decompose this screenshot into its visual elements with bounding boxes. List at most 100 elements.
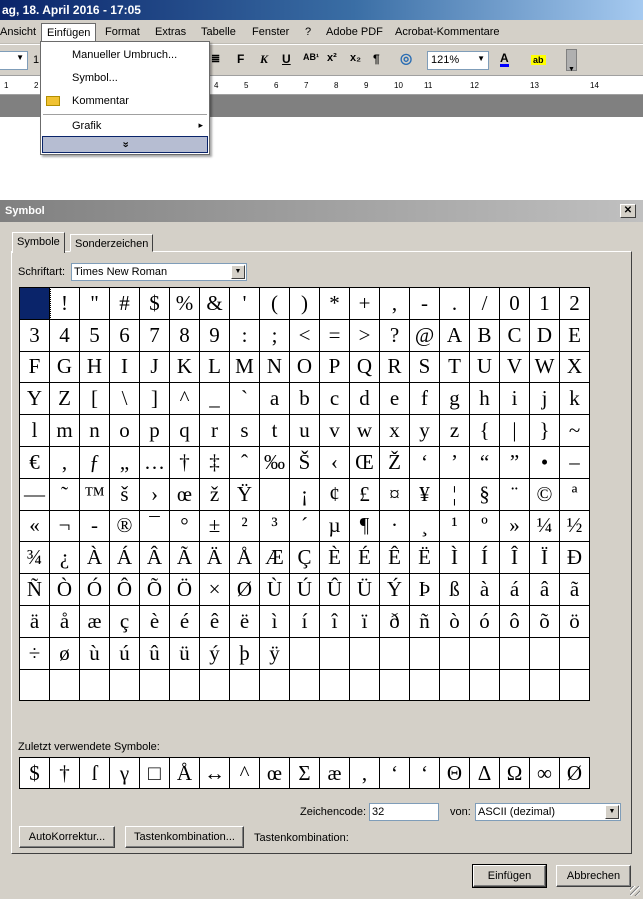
symbol-cell[interactable]: ± (199, 509, 230, 543)
symbol-cell[interactable]: › (139, 477, 170, 511)
symbol-cell[interactable]: k (559, 382, 590, 416)
symbol-cell[interactable]: ù (79, 636, 110, 670)
font-color-icon[interactable]: A (500, 52, 509, 67)
symbol-cell[interactable] (199, 668, 230, 702)
symbol-cell[interactable]: Š (289, 445, 320, 479)
symbol-cell[interactable]: ‹ (319, 445, 350, 479)
symbol-cell[interactable]: s (229, 414, 260, 447)
symbol-cell[interactable]: p (139, 414, 170, 447)
symbol-cell[interactable] (469, 636, 500, 670)
menu-item-manual-break[interactable]: Manueller Umbruch... (72, 49, 177, 61)
recent-symbol-cell[interactable]: , (349, 757, 380, 789)
symbol-cell[interactable]: ¹ (439, 509, 470, 543)
symbol-cell[interactable]: , (49, 445, 80, 479)
symbol-cell[interactable]: ¬ (49, 509, 80, 543)
symbol-cell[interactable] (259, 477, 290, 511)
toolbar-options-icon[interactable]: ▼ (566, 49, 577, 73)
symbol-cell[interactable]: â (529, 573, 560, 606)
menu-adobe-pdf[interactable]: Adobe PDF (326, 26, 383, 38)
symbol-cell[interactable]: J (139, 350, 170, 384)
symbol-cell[interactable] (439, 668, 470, 702)
symbol-cell[interactable]: õ (529, 604, 560, 638)
recent-symbol-cell[interactable]: γ (109, 757, 140, 789)
symbol-cell[interactable]: ª (559, 477, 590, 511)
symbol-cell[interactable]: ð (379, 604, 410, 638)
symbol-cell[interactable]: Ï (529, 541, 560, 575)
symbol-cell[interactable]: Ñ (19, 573, 50, 606)
symbol-cell[interactable]: ! (49, 287, 80, 320)
symbol-cell[interactable] (19, 668, 50, 702)
symbol-cell[interactable]: „ (109, 445, 140, 479)
symbol-cell[interactable]: ” (499, 445, 530, 479)
symbol-cell[interactable]: ¸ (409, 509, 440, 543)
symbol-cell[interactable]: d (349, 382, 380, 416)
symbol-cell[interactable]: ì (259, 604, 290, 638)
symbol-cell[interactable] (409, 668, 440, 702)
symbol-cell[interactable]: O (289, 350, 320, 384)
symbol-cell[interactable] (559, 636, 590, 670)
symbol-cell[interactable]: Ê (379, 541, 410, 575)
menu-item-comment[interactable]: Kommentar (72, 95, 129, 107)
menu-item-picture[interactable]: Grafik (72, 120, 101, 132)
symbol-cell[interactable]: § (469, 477, 500, 511)
symbol-cell[interactable]: • (529, 445, 560, 479)
symbol-cell[interactable]: , (379, 287, 410, 320)
symbol-cell[interactable]: g (439, 382, 470, 416)
symbol-cell[interactable]: a (259, 382, 290, 416)
bold-icon[interactable]: F (237, 52, 244, 66)
symbol-cell[interactable]: 3 (19, 318, 50, 352)
symbol-cell[interactable] (139, 668, 170, 702)
symbol-cell[interactable]: E (559, 318, 590, 352)
tab-symbole[interactable]: Symbole (12, 232, 65, 253)
symbol-cell[interactable]: - (79, 509, 110, 543)
symbol-cell[interactable]: ³ (259, 509, 290, 543)
symbol-cell[interactable]: ž (199, 477, 230, 511)
symbol-cell[interactable]: 0 (499, 287, 530, 320)
symbol-cell[interactable] (79, 668, 110, 702)
symbol-cell[interactable]: l (19, 414, 50, 447)
symbol-cell[interactable]: Q (349, 350, 380, 384)
symbol-cell[interactable]: ¥ (409, 477, 440, 511)
symbol-cell[interactable]: _ (199, 382, 230, 416)
symbol-cell[interactable]: ‡ (199, 445, 230, 479)
font-select[interactable]: Times New Roman ▼ (71, 263, 247, 281)
symbol-cell[interactable] (259, 668, 290, 702)
symbol-cell[interactable]: ë (229, 604, 260, 638)
symbol-cell[interactable]: º (469, 509, 500, 543)
recent-symbol-cell[interactable]: ∞ (529, 757, 560, 789)
symbol-cell[interactable]: e (379, 382, 410, 416)
menu-einfuegen[interactable]: Einfügen (41, 23, 97, 42)
symbol-cell[interactable]: ç (109, 604, 140, 638)
symbol-cell[interactable]: 1 (529, 287, 560, 320)
close-button[interactable]: ✕ (620, 204, 636, 218)
underline-icon[interactable]: U (282, 52, 291, 66)
symbol-cell[interactable]: C (499, 318, 530, 352)
symbol-cell[interactable]: Ä (199, 541, 230, 575)
symbol-cell[interactable]: " (79, 287, 110, 320)
symbol-cell[interactable]: ™ (79, 477, 110, 511)
recent-symbol-cell[interactable]: ‘ (379, 757, 410, 789)
symbol-cell[interactable]: [ (79, 382, 110, 416)
symbol-cell[interactable]: + (349, 287, 380, 320)
symbol-cell[interactable]: ‰ (259, 445, 290, 479)
recent-symbol-cell[interactable]: Ω (499, 757, 530, 789)
symbol-cell[interactable]: ˜ (49, 477, 80, 511)
symbol-cell[interactable]: Ž (379, 445, 410, 479)
symbol-cell[interactable]: j (529, 382, 560, 416)
recent-symbol-cell[interactable]: Ø (559, 757, 590, 789)
symbol-cell[interactable]: ø (49, 636, 80, 670)
symbol-cell[interactable]: è (139, 604, 170, 638)
symbol-cell[interactable]: Õ (139, 573, 170, 606)
symbol-cell[interactable]: ¿ (49, 541, 80, 575)
symbol-cell[interactable]: Û (319, 573, 350, 606)
symbol-cell[interactable]: f (409, 382, 440, 416)
symbol-cell[interactable]: Þ (409, 573, 440, 606)
symbol-cell[interactable]: ] (139, 382, 170, 416)
symbol-cell[interactable]: m (49, 414, 80, 447)
symbol-cell[interactable]: “ (469, 445, 500, 479)
symbol-cell[interactable]: ~ (559, 414, 590, 447)
symbol-cell[interactable]: Y (19, 382, 50, 416)
resize-grip-icon[interactable] (630, 886, 640, 896)
symbol-cell[interactable]: Ò (49, 573, 80, 606)
recent-symbol-cell[interactable]: Å (169, 757, 200, 789)
